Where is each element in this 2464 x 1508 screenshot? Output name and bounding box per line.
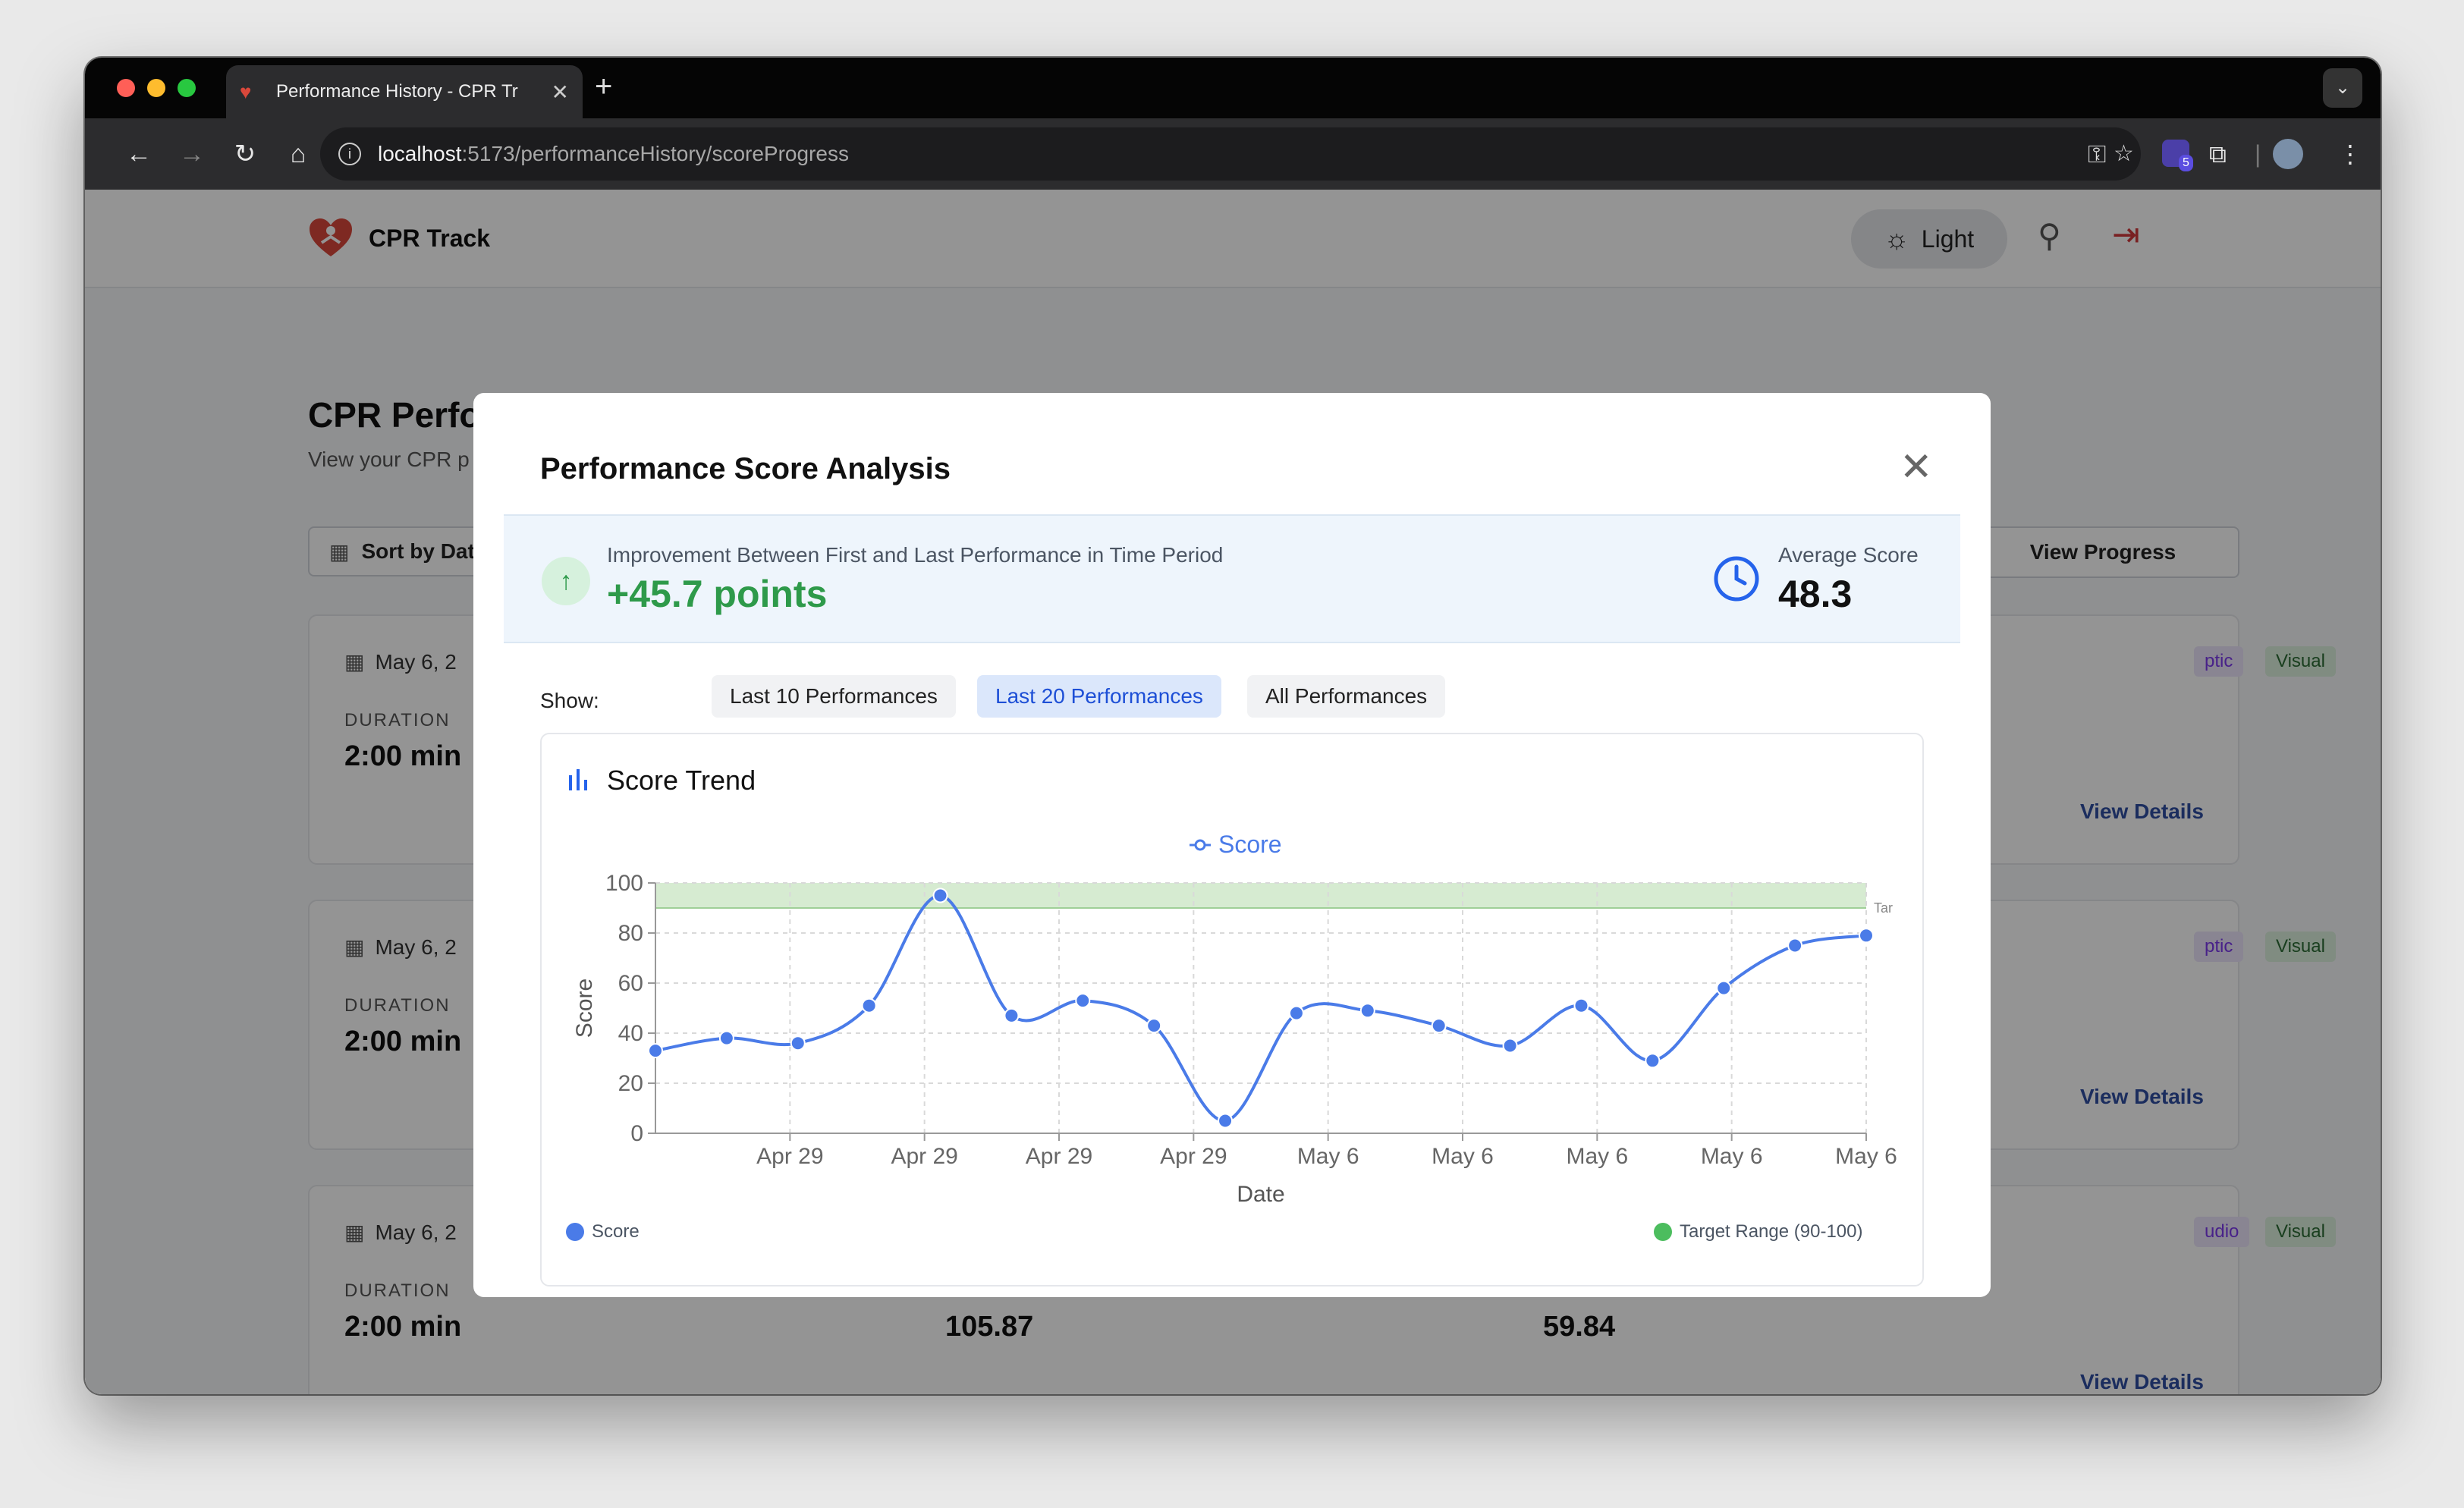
browser-toolbar: ← → ↻ ⌂ i localhost:5173/performanceHist… [85,118,2381,190]
x-tick-label: May 6 [1566,1144,1628,1169]
browser-window: ♥ Performance History - CPR Tr ✕ + ⌄ ← →… [85,58,2381,1394]
app-page: CPR Track ☼ Light ⚲ ⇥ CPR Perfo View you… [85,190,2381,1394]
site-info-icon[interactable]: i [338,143,361,165]
extension-badge-count: 5 [2179,155,2193,171]
x-tick-label: May 6 [1701,1144,1763,1169]
x-tick-label: May 6 [1835,1144,1897,1169]
new-tab-icon[interactable]: + [595,70,612,104]
score-data-point [1146,1018,1162,1034]
close-window-button[interactable] [117,79,135,97]
back-arrow-icon[interactable]: ← [120,135,158,173]
clock-icon [1714,556,1759,602]
url-host: localhost [378,142,462,165]
score-data-point [718,1030,734,1046]
y-tick-label: 40 [618,1021,643,1046]
average-score-value: 48.3 [1778,573,1853,615]
extension-badge-icon[interactable]: 5 [2162,135,2193,173]
x-tick-label: May 6 [1432,1144,1494,1169]
legend-score-swatch [566,1223,584,1241]
target-range-band [655,883,1866,908]
score-data-point [1431,1018,1447,1034]
filter-last-20-button[interactable]: Last 20 Performances [977,675,1221,718]
score-data-point [1075,993,1091,1009]
y-tick-label: 20 [618,1071,643,1096]
show-label: Show: [540,689,599,712]
home-icon[interactable]: ⌂ [279,135,317,173]
score-trend-card: Score Trend Tar 0 20 40 60 80 100 Apr 29 Apr 29 A… [540,733,1924,1287]
tab-bar: ♥ Performance History - CPR Tr ✕ + ⌄ [85,58,2381,118]
score-data-point [1787,938,1803,953]
reload-icon[interactable]: ↻ [226,135,264,173]
tab-title: Performance History - CPR Tr [276,81,518,102]
average-score-label: Average Score [1778,543,1919,567]
bookmark-star-icon[interactable]: ☆ [2114,127,2134,181]
score-data-point [932,888,948,903]
x-tick-label: Apr 29 [1160,1144,1227,1169]
score-data-point [1716,980,1732,996]
score-line-chart: Tar 0 20 40 60 80 100 Apr 29 Apr 29 Apr 29 Apr 29 M… [572,831,1897,1207]
score-analysis-modal: Performance Score Analysis ✕ ↑ Improveme… [473,393,1991,1297]
address-bar[interactable]: i localhost:5173/performanceHistory/scor… [320,127,2141,181]
x-tick-label: Apr 29 [891,1144,957,1169]
legend-score: Score [566,1221,640,1243]
score-data-point [1218,1113,1234,1129]
legend-target-swatch [1654,1223,1672,1241]
browser-tab[interactable]: ♥ Performance History - CPR Tr ✕ [226,65,583,118]
target-range-label: Tar [1874,900,1893,916]
y-tick-label: 80 [618,921,643,946]
close-icon[interactable]: ✕ [1900,448,1933,487]
browser-menu-icon[interactable]: ⋮ [2338,135,2362,173]
modal-title: Performance Score Analysis [540,452,951,485]
password-key-icon[interactable]: ⚿ [2088,127,2106,181]
score-series-line [655,894,1867,1123]
tab-close-icon[interactable]: ✕ [552,80,569,105]
score-data-point [861,997,877,1013]
toolbar-divider: | [2255,140,2261,168]
x-axis-label: Date [1237,1182,1284,1207]
x-tick-label: Apr 29 [1026,1144,1092,1169]
score-data-point [790,1035,806,1051]
y-tick-label: 100 [605,871,643,896]
favicon-heart-icon: ♥ [240,80,252,103]
legend-target-label: Target Range (90-100) [1680,1221,1863,1242]
legend-target: Target Range (90-100) [1654,1221,1862,1243]
score-data-point [1645,1053,1661,1069]
maximize-window-button[interactable] [178,79,196,97]
score-data-point [1288,1005,1304,1021]
top-legend-marker [1194,839,1206,851]
score-data-point [1573,997,1589,1013]
x-tick-label: May 6 [1297,1144,1359,1169]
url-path: :5173/performanceHistory/scoreProgress [461,142,849,165]
score-data-point [1502,1038,1518,1054]
score-data-point [1004,1007,1020,1023]
score-data-point [648,1043,663,1059]
improvement-value: +45.7 points [607,573,828,615]
x-tick-label: Apr 29 [756,1144,823,1169]
improvement-label: Improvement Between First and Last Perfo… [607,543,1224,567]
filter-all-button[interactable]: All Performances [1247,675,1446,718]
minimize-window-button[interactable] [147,79,165,97]
score-data-point [1859,928,1874,944]
tab-search-chevron-icon[interactable]: ⌄ [2323,68,2362,108]
y-axis-label: Score [572,979,597,1038]
legend-score-label: Score [592,1221,640,1242]
forward-arrow-icon[interactable]: → [173,135,211,173]
extensions-puzzle-icon[interactable]: ⧉ [2209,135,2227,173]
top-legend-label: Score [1218,831,1282,858]
arrow-up-icon: ↑ [542,557,590,605]
y-tick-label: 0 [630,1121,643,1146]
y-tick-label: 60 [618,971,643,996]
profile-avatar[interactable] [2273,135,2303,173]
score-data-point [1359,1003,1375,1019]
filter-last-10-button[interactable]: Last 10 Performances [712,675,956,718]
stats-banner: ↑ Improvement Between First and Last Per… [504,514,1960,643]
